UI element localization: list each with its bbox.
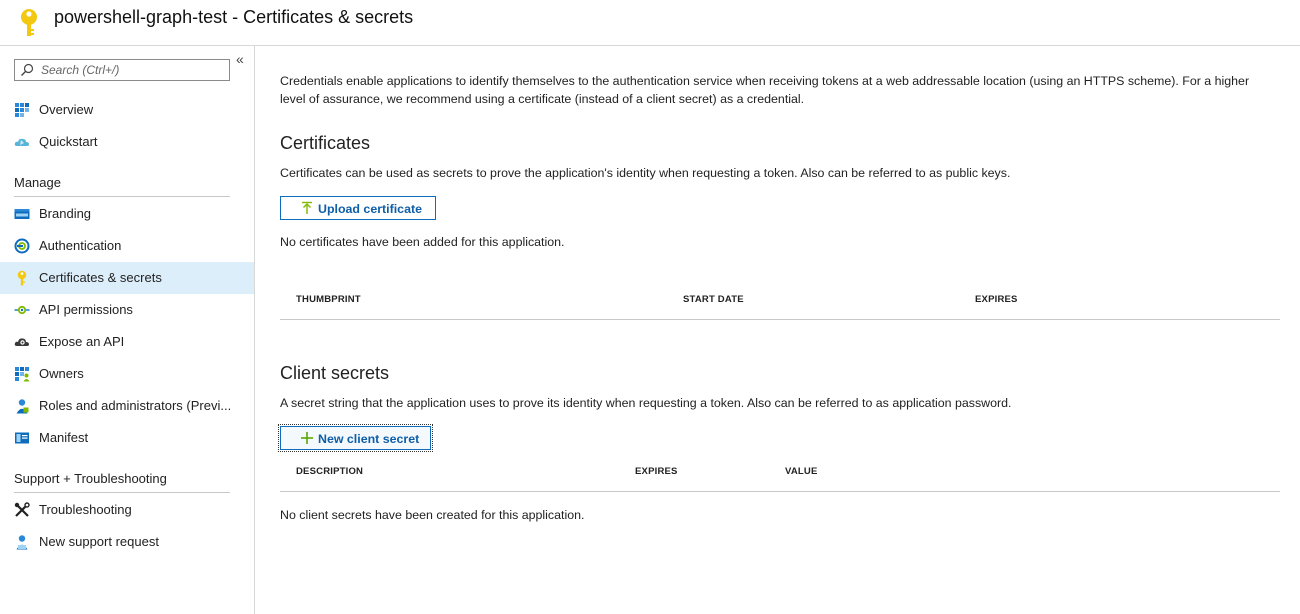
column-header-expires[interactable]: EXPIRES [975,294,1018,305]
plus-icon [301,432,313,444]
column-header-start-date[interactable]: START DATE [683,294,744,305]
sidebar-item-label: Roles and administrators (Previ... [39,398,232,413]
new-client-secret-label: New client secret [318,432,420,446]
key-icon [21,9,37,36]
sidebar: « Overview Quickstart Manage Bran [0,46,255,614]
sidebar-item-troubleshooting[interactable]: Troubleshooting [0,494,254,526]
user-badge-icon [16,399,29,414]
sidebar-item-label: Certificates & secrets [39,270,162,285]
sidebar-item-label: Quickstart [39,134,98,149]
blade-header: powershell-graph-test - Certificates & s… [0,0,1300,46]
section-divider [14,196,230,197]
certificates-empty-message: No certificates have been added for this… [280,235,565,249]
client-secrets-heading: Client secrets [280,363,390,383]
sidebar-item-label: New support request [39,534,159,549]
sidebar-item-quickstart[interactable]: Quickstart [0,126,254,158]
sidebar-item-label: Manifest [39,430,89,445]
manage-section-header: Manage [14,175,61,190]
new-client-secret-button[interactable]: New client secret [278,424,433,452]
search-input[interactable] [41,62,225,78]
intro-text: Credentials enable applications to ident… [280,74,1250,106]
upload-icon [302,201,312,214]
sidebar-item-overview[interactable]: Overview [0,94,254,126]
certificates-heading: Certificates [280,133,371,153]
sidebar-item-roles-administrators[interactable]: Roles and administrators (Previ... [0,390,254,422]
sidebar-item-label: API permissions [39,302,133,317]
column-header-thumbprint[interactable]: THUMBPRINT [296,294,361,305]
sidebar-item-certificates-secrets[interactable]: Certificates & secrets [0,262,254,294]
client-secrets-empty-message: No client secrets have been created for … [280,508,585,522]
client-secrets-description: A secret string that the application use… [280,396,1012,410]
search-icon [21,63,34,76]
main-content: Credentials enable applications to ident… [256,46,1300,614]
manifest-icon [15,432,29,444]
upload-certificate-button[interactable]: Upload certificate [280,196,436,220]
sidebar-item-api-permissions[interactable]: API permissions [0,294,254,326]
sidebar-item-label: Expose an API [39,334,125,349]
sidebar-item-expose-api[interactable]: Expose an API [0,326,254,358]
section-divider [14,492,230,493]
column-header-value[interactable]: VALUE [785,466,818,477]
sidebar-item-branding[interactable]: Branding [0,198,254,230]
client-secrets-table-divider [280,491,1280,492]
column-header-expires[interactable]: EXPIRES [635,466,678,477]
sidebar-item-label: Overview [39,102,94,117]
search-box[interactable] [14,59,230,81]
authentication-icon [14,238,30,254]
sidebar-item-owners[interactable]: Owners [0,358,254,390]
owners-grid-icon [15,367,30,382]
sidebar-item-label: Branding [39,206,92,221]
sidebar-item-label: Owners [39,366,84,381]
overview-grid-icon [15,103,29,117]
upload-certificate-label: Upload certificate [318,202,422,216]
sidebar-item-label: Authentication [39,238,122,253]
branding-icon [14,209,30,219]
cloud-icon [14,138,29,146]
page-title: powershell-graph-test - Certificates & s… [54,7,414,27]
api-permissions-icon [14,305,30,315]
sidebar-item-manifest[interactable]: Manifest [0,422,254,454]
cloud-gear-icon [14,338,29,346]
sidebar-item-label: Troubleshooting [39,502,132,517]
wrench-icon [14,502,30,517]
certificates-table-divider [280,319,1280,320]
sidebar-item-new-support-request[interactable]: New support request [0,526,254,558]
column-header-description[interactable]: DESCRIPTION [296,466,363,477]
support-section-header: Support + Troubleshooting [14,471,167,486]
collapse-sidebar-button[interactable]: « [236,52,250,66]
support-person-icon [16,535,28,550]
sidebar-item-authentication[interactable]: Authentication [0,230,254,262]
certificates-description: Certificates can be used as secrets to p… [280,166,1011,180]
key-icon [17,270,27,286]
